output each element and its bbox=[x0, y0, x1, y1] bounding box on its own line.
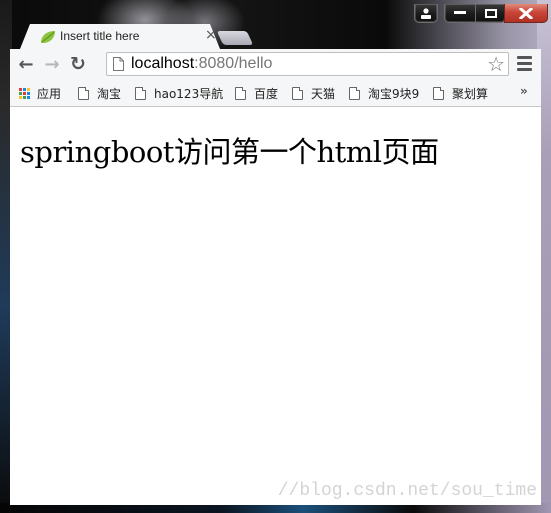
reload-icon: ↻ bbox=[70, 53, 86, 75]
toolbar: ← → ↻ localhost:8080/hello ☆ bbox=[10, 49, 541, 80]
page-icon bbox=[433, 87, 444, 100]
bookmarks-overflow-icon[interactable]: » bbox=[520, 84, 528, 98]
tab-title: Insert title here bbox=[60, 29, 140, 43]
apps-grid-icon bbox=[19, 88, 30, 99]
back-arrow-icon: ← bbox=[18, 53, 34, 75]
page-icon bbox=[235, 87, 246, 100]
maximize-icon bbox=[484, 8, 497, 18]
bookmarks-bar: 应用 淘宝 hao123导航 百度 天猫 淘宝9块9 聚划算 » bbox=[10, 80, 541, 107]
forward-button[interactable]: → bbox=[41, 53, 63, 75]
tab-close-icon[interactable]: × bbox=[205, 27, 217, 43]
bookmark-item[interactable]: 淘宝 bbox=[78, 85, 121, 102]
bookmark-item[interactable]: 淘宝9块9 bbox=[349, 85, 419, 102]
watermark: //blog.csdn.net/sou_time bbox=[277, 481, 537, 501]
menu-icon[interactable] bbox=[517, 56, 532, 72]
url-host: localhost bbox=[131, 55, 195, 72]
profile-button[interactable] bbox=[414, 4, 438, 23]
bookmark-label: 天猫 bbox=[311, 87, 336, 101]
bookmark-item[interactable]: 聚划算 bbox=[433, 85, 488, 102]
bookmark-item[interactable]: 百度 bbox=[235, 85, 278, 102]
page-icon bbox=[78, 87, 89, 100]
bookmark-star-icon[interactable]: ☆ bbox=[487, 54, 505, 74]
bookmark-label: 淘宝 bbox=[97, 87, 122, 101]
bookmark-label: 聚划算 bbox=[452, 87, 489, 101]
bookmark-apps[interactable]: 应用 bbox=[19, 85, 61, 102]
page-icon bbox=[135, 87, 146, 100]
page-content: springboot访问第一个html页面 //blog.csdn.net/so… bbox=[10, 107, 541, 505]
bookmark-label: 应用 bbox=[37, 87, 62, 101]
user-icon bbox=[421, 8, 431, 19]
page-heading: springboot访问第一个html页面 bbox=[20, 135, 439, 169]
url-path: :8080/hello bbox=[194, 55, 273, 72]
url-text[interactable]: localhost:8080/hello bbox=[131, 55, 272, 73]
reload-button[interactable]: ↻ bbox=[67, 53, 89, 75]
maximize-button[interactable] bbox=[476, 4, 505, 22]
spring-leaf-icon bbox=[41, 31, 55, 43]
bookmark-item[interactable]: 天猫 bbox=[292, 85, 335, 102]
back-button[interactable]: ← bbox=[15, 53, 37, 75]
minimize-button[interactable] bbox=[445, 4, 476, 22]
page-icon bbox=[349, 87, 360, 100]
window-controls bbox=[444, 4, 506, 23]
browser-window: Insert title here × ← → ↻ localhost:8080… bbox=[10, 24, 541, 505]
bookmark-label: hao123导航 bbox=[154, 87, 224, 101]
address-bar[interactable]: localhost:8080/hello ☆ bbox=[106, 52, 509, 76]
bookmark-item[interactable]: hao123导航 bbox=[135, 85, 223, 102]
bookmark-label: 淘宝9块9 bbox=[368, 87, 420, 101]
forward-arrow-icon: → bbox=[44, 53, 60, 75]
bookmark-label: 百度 bbox=[254, 87, 279, 101]
tab-active[interactable]: Insert title here × bbox=[20, 24, 220, 49]
minimize-icon bbox=[454, 11, 466, 14]
close-icon bbox=[519, 7, 533, 19]
new-tab-button[interactable] bbox=[216, 31, 254, 45]
close-window-button[interactable] bbox=[504, 4, 548, 23]
page-icon bbox=[113, 57, 124, 71]
page-icon bbox=[292, 87, 303, 100]
